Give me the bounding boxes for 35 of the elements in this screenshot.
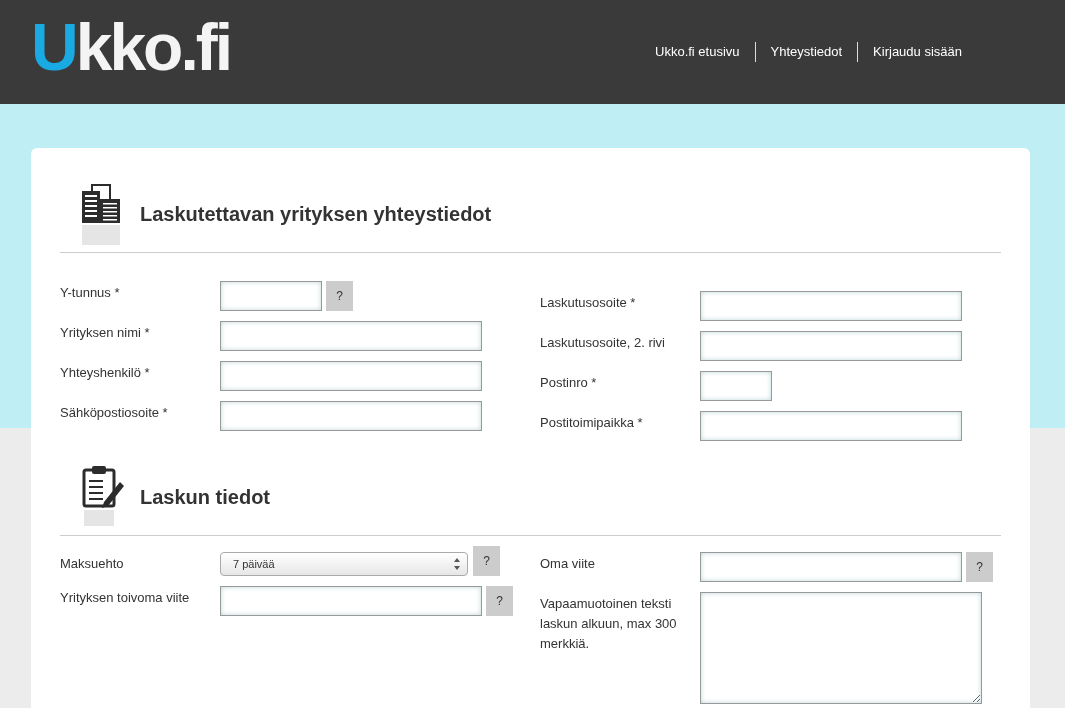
text-field[interactable]	[220, 401, 482, 431]
field-label: Oma viite	[540, 555, 596, 573]
help-button[interactable]: ?	[326, 281, 353, 311]
field-label: Postinro *	[540, 374, 598, 392]
nav-link[interactable]: Ukko.fi etusivu	[640, 42, 755, 62]
text-field[interactable]	[700, 331, 962, 361]
help-button[interactable]: ?	[486, 586, 513, 616]
field-label: Yrityksen nimi *	[60, 324, 151, 342]
text-field[interactable]	[220, 361, 482, 391]
section-title: Laskutettavan yrityksen yhteystiedot	[140, 202, 492, 226]
field-label: Laskutusosoite *	[540, 294, 637, 312]
field-label: Maksuehto	[60, 555, 125, 573]
field-label: Yrityksen toivoma viite	[60, 589, 191, 607]
section-title: Laskun tiedot	[140, 485, 270, 509]
field-label: Postitoimipaikka *	[540, 414, 644, 432]
field-label: Y-tunnus *	[60, 284, 121, 302]
text-field[interactable]	[700, 411, 962, 441]
nav-link[interactable]: Kirjaudu sisään	[857, 42, 977, 62]
text-field[interactable]	[220, 586, 482, 616]
field-label: Sähköpostiosoite *	[60, 404, 169, 422]
text-field[interactable]	[700, 552, 962, 582]
help-button[interactable]: ?	[966, 552, 993, 582]
site-logo[interactable]: Ukko.fi	[31, 14, 231, 80]
field-label: Laskutusosoite, 2. rivi	[540, 334, 666, 352]
field-label: Yhteyshenkilö *	[60, 364, 151, 382]
payment-term-select[interactable]: 7 päivää	[220, 552, 468, 576]
nav-link[interactable]: Yhteystiedot	[754, 42, 858, 62]
up-down-arrows-icon	[453, 557, 461, 571]
field-label: Vapaamuotoinen teksti laskun alkuun, max 300 merkkiä.	[540, 595, 678, 653]
text-area[interactable]	[700, 592, 982, 704]
text-field[interactable]	[220, 281, 322, 311]
text-field[interactable]	[700, 291, 962, 321]
text-field[interactable]	[220, 321, 482, 351]
text-field[interactable]	[700, 371, 772, 401]
help-button[interactable]: ?	[473, 546, 500, 576]
